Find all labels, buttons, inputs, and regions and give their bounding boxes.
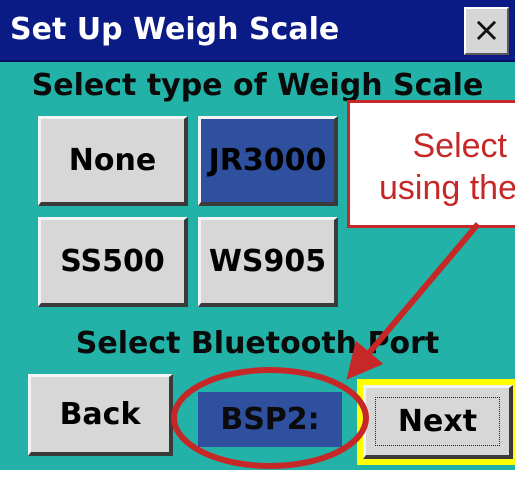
annotation-arrow <box>346 222 481 380</box>
highlight-ellipse <box>171 367 369 469</box>
annotation-overlay <box>171 222 481 469</box>
